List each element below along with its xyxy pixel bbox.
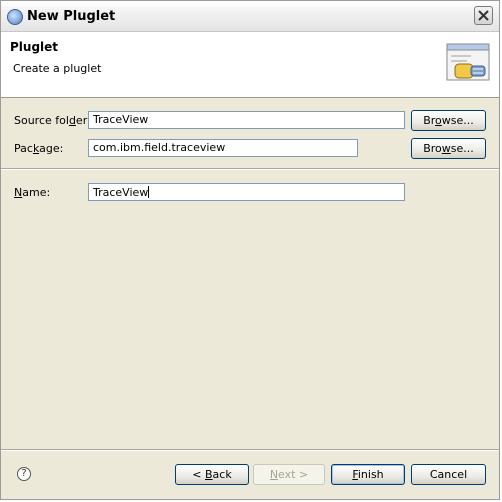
back-button[interactable]: < Back [175,464,249,485]
form-separator [1,168,499,170]
source-folder-field[interactable]: TraceView [88,111,405,129]
window-title: New Pluglet [27,9,116,24]
footer-separator [1,449,499,451]
page-description: Create a pluglet [13,62,102,75]
wizard-header: Pluglet Create a pluglet [1,32,499,98]
close-icon [478,10,489,21]
app-icon [7,9,23,25]
package-field[interactable]: com.ibm.field.traceview [88,139,358,157]
wizard-banner-icon [446,43,490,81]
dialog-window: New Pluglet Pluglet Create a pluglet Sou… [0,0,500,500]
source-folder-label: Source folder: [14,114,91,127]
close-button[interactable] [474,6,493,25]
browse-source-folder-button[interactable]: Browse... [411,110,486,131]
cancel-button[interactable]: Cancel [411,464,486,485]
page-title: Pluglet [10,40,59,54]
package-label: Package: [14,142,64,155]
text-caret [148,186,150,198]
help-icon[interactable]: ? [17,467,31,481]
title-bar[interactable]: New Pluglet [1,1,499,32]
name-label: Name: [14,186,51,199]
browse-package-button[interactable]: Browse... [411,138,486,159]
finish-button[interactable]: Finish [331,464,405,485]
name-field[interactable]: TraceView [88,183,405,201]
next-button[interactable]: Next > [253,464,325,485]
